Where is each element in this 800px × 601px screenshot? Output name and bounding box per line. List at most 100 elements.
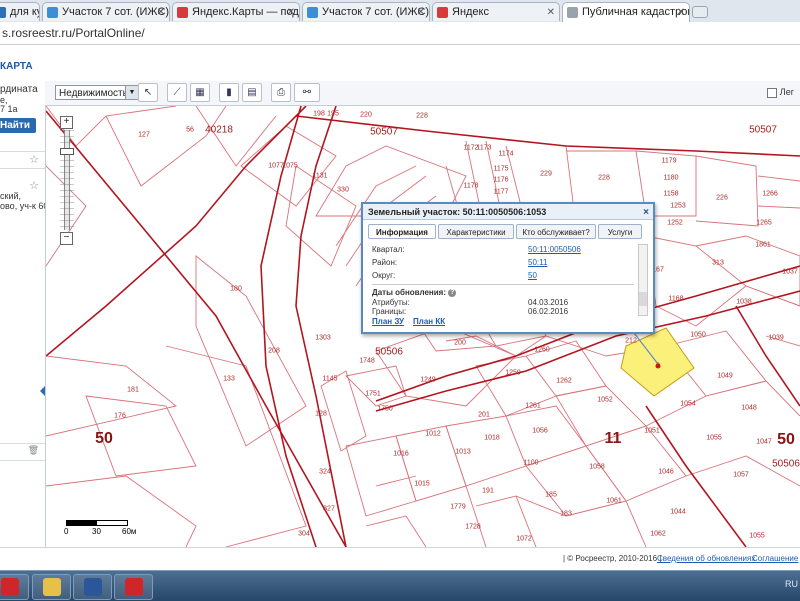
favicon-icon [307,7,318,18]
language-indicator[interactable]: RU [785,579,798,589]
close-icon[interactable]: ✕ [157,3,165,21]
scale-bar: 0 30 60м [64,520,136,540]
app-header: КАРТА [0,45,800,81]
popup-scrollbar[interactable] [638,244,648,316]
parcel-number: 181 [127,386,139,394]
browser-tab-1[interactable]: для ку [0,2,40,21]
parcel-number: 1052 [597,396,613,404]
star-icon[interactable]: ☆ [29,179,39,192]
parcel-number: 1056 [532,427,548,435]
ruler-icon: ⟋ [173,87,181,98]
tab-information[interactable]: Информация [368,224,436,239]
result-line[interactable]: ский, [0,191,21,201]
row-value-link[interactable]: 50:11 [528,258,547,267]
parcel-number: 1751 [365,390,381,398]
tab-who-serves[interactable]: Кто обслуживает? [516,224,596,239]
block-label: 50507 [749,124,777,136]
row-value-link[interactable]: 50 [528,271,537,280]
layer-select-value: Недвижимость [59,88,128,99]
layer-select[interactable]: Недвижимость ▼ [55,85,139,100]
agreement-link[interactable]: Соглашение [752,548,798,570]
parcel-number: 1049 [717,372,733,380]
cadastral-map[interactable]: 5050114021850507505075050650506505061275… [46,106,800,547]
parcel-plan-link[interactable]: План ЗУ [372,317,404,326]
parcel-number: 1013 [455,448,471,456]
link-button[interactable]: ⚯ [294,83,320,102]
copyright-text: | © Росреестр, 2010-2016 | [563,554,662,563]
close-icon[interactable]: × [643,205,649,221]
scroll-thumb[interactable] [639,292,647,306]
browser-tab-5[interactable]: Яндекс ✕ [432,2,560,21]
help-icon[interactable]: ? [448,288,457,297]
close-icon[interactable]: ✕ [287,3,295,21]
address-bar[interactable]: s.rosreestr.ru/PortalOnline/ [0,22,800,45]
parcel-line [525,445,627,517]
close-icon[interactable]: ✕ [547,3,555,21]
new-tab-button[interactable] [692,6,708,18]
area-tool-button[interactable]: ▦ [190,83,210,102]
parcel-line [505,405,587,467]
row-label: Квартал: [372,245,405,254]
popup-header: Земельный участок: 50:11:0050506:1053 × [363,204,653,220]
divider [372,284,634,285]
checkbox-icon[interactable] [766,87,777,98]
parcel-number: 1051 [644,427,660,435]
browser-tab-4[interactable]: Участок 7 сот. (ИЖС) - ку✕ [302,2,430,21]
close-icon[interactable]: ✕ [677,3,685,22]
tab-title: Публичная кадастровая [582,6,689,18]
parcel-line [475,355,557,417]
browser-tab-3[interactable]: Яндекс.Карты — подробн✕ [172,2,300,21]
tab-services[interactable]: Услуги [598,224,642,239]
taskbar-item-explorer[interactable] [32,574,71,600]
layers-tool-button[interactable]: ▤ [242,83,262,102]
browser-tab-6[interactable]: Публичная кадастровая✕ [562,2,690,23]
parcel-number: 1252 [667,219,683,227]
tab-title: Яндекс [452,6,489,18]
taskbar-item-opera[interactable] [0,574,29,600]
parcel-number: 1055 [749,532,765,540]
updates-info-link[interactable]: Сведения об обновлениях [657,548,755,570]
parcel-number: 304 [298,530,310,538]
parcel-line [165,345,307,547]
legend-toggle[interactable]: Лег [766,87,794,98]
tab-characteristics[interactable]: Характеристики [438,224,514,239]
parcel-number: 1253 [670,202,686,210]
print-button[interactable]: ⎙ [271,83,291,102]
link-icon: ⚯ [302,87,312,98]
zoom-handle[interactable] [60,148,74,155]
parcel-line [46,355,178,437]
word-icon [84,578,102,596]
measure-tool-button[interactable]: ⟋ [167,83,187,102]
parcel-number: 1175 [493,165,509,173]
parcel-number: 1050 [690,331,706,339]
browser-tab-2[interactable]: Участок 7 сот. (ИЖС) - ку✕ [42,2,170,21]
trash-icon[interactable]: 🗑 [28,445,39,456]
result-line[interactable]: ово, уч-к 60 [0,201,45,211]
tab-title: Яндекс.Карты — подробн [192,6,299,18]
close-icon[interactable]: ✕ [417,3,425,21]
taskbar-item-opera-2[interactable] [114,574,153,600]
cadastral-plan-link[interactable]: План КК [413,317,445,326]
row-label: Границы: [372,307,407,316]
star-icon[interactable]: ☆ [29,153,39,166]
chevron-down-icon[interactable]: ▼ [125,86,138,99]
parcel-number: 1748 [359,357,375,365]
zoom-in-button[interactable]: + [60,116,73,129]
find-button[interactable]: Найти [0,118,36,133]
tab-title: для ку [10,6,40,18]
parcel-number: 1265 [756,219,772,227]
taskbar-item-word[interactable] [73,574,112,600]
parcel-number: 191 [482,487,494,495]
parcel-number: 220 [360,111,372,119]
panel-row[interactable]: ☆ [0,151,45,169]
parcel-number: 1055 [706,434,722,442]
parcel-number: 180 [230,285,242,293]
favicon-icon [567,7,578,18]
parcel-number: 1145 [322,375,338,383]
select-tool-button[interactable]: ↖ [138,83,158,102]
zoom-out-button[interactable]: − [60,232,73,245]
parcel-number: 1179 [661,157,677,165]
chart-tool-button[interactable]: ▮ [219,83,239,102]
row-value-link[interactable]: 50:11:0050506 [528,245,581,254]
updates-title-text: Даты обновления: [372,288,446,297]
